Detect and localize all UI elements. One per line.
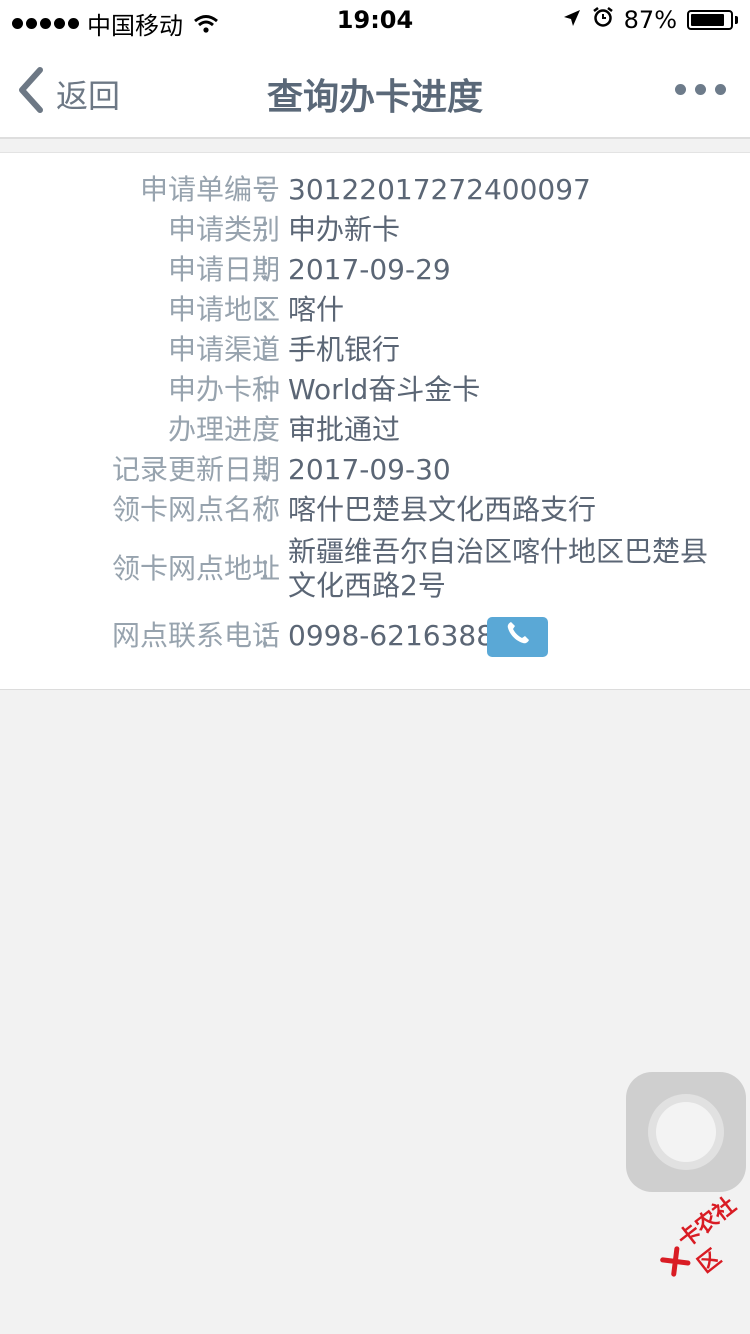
detail-value: 2017-09-29: [288, 253, 451, 286]
application-details-card: 申请单编号 ： 30122017272400097 申请类别 ： 申办新卡 申请…: [0, 152, 750, 690]
detail-label: 申请单编号: [139, 173, 280, 206]
detail-label: 申请渠道: [167, 333, 280, 366]
detail-colon: ：: [258, 373, 287, 406]
call-branch-button[interactable]: [487, 617, 548, 657]
alarm-icon: [592, 6, 614, 34]
detail-value: 手机银行: [288, 333, 401, 366]
detail-colon: ：: [258, 293, 287, 326]
assistive-touch-button[interactable]: [626, 1072, 746, 1192]
phone-icon: [504, 619, 532, 655]
detail-colon: ：: [258, 552, 287, 585]
page-title: 查询办卡进度: [266, 77, 483, 118]
detail-label: 网点联系电话: [111, 619, 280, 652]
detail-colon: ：: [258, 333, 287, 366]
detail-value: World奋斗金卡: [288, 373, 481, 406]
detail-colon: ：: [258, 453, 287, 486]
detail-value: 审批通过: [288, 413, 401, 446]
detail-value: 喀什: [288, 293, 345, 326]
watermark: 卡农社区: [648, 1183, 750, 1296]
detail-label: 办理进度: [167, 413, 280, 446]
detail-label: 记录更新日期: [111, 453, 280, 486]
more-dots-icon[interactable]: [675, 84, 726, 95]
detail-value: 新疆维吾尔自治区喀什地区巴楚县文化西路2号: [288, 535, 709, 602]
detail-label: 领卡网点地址: [111, 552, 280, 585]
detail-label: 申请类别: [167, 213, 280, 246]
detail-colon: ：: [258, 173, 287, 206]
location-arrow-icon: [562, 6, 582, 34]
detail-value: 喀什巴楚县文化西路支行: [288, 493, 597, 526]
detail-label: 申请日期: [167, 253, 280, 286]
status-right: 87%: [562, 6, 738, 34]
detail-label: 申办卡种: [167, 373, 280, 406]
detail-label: 申请地区: [167, 293, 280, 326]
detail-colon: ：: [258, 213, 287, 246]
detail-value: 30122017272400097: [288, 173, 591, 206]
detail-value: 2017-09-30: [288, 453, 451, 486]
detail-colon: ：: [258, 619, 287, 652]
status-bar: 中国移动 19:04 87%: [0, 0, 750, 40]
detail-colon: ：: [258, 253, 287, 286]
detail-colon: ：: [258, 413, 287, 446]
detail-value: 申办新卡: [288, 213, 401, 246]
battery-icon: [687, 10, 738, 30]
detail-colon: ：: [258, 493, 287, 526]
battery-percent: 87%: [623, 6, 677, 34]
nav-bar: 返回 查询办卡进度: [0, 40, 750, 139]
detail-label: 领卡网点名称: [111, 493, 280, 526]
